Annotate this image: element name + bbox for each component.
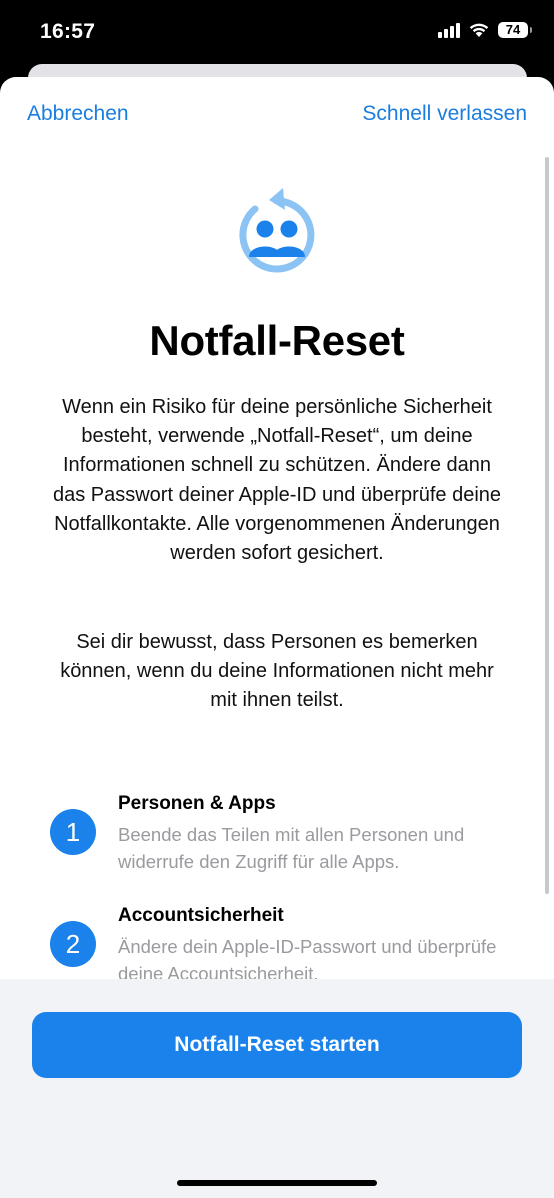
quick-exit-button[interactable]: Schnell verlassen [362, 102, 527, 126]
step-title: Accountsicherheit [118, 905, 284, 926]
status-bar: 16:57 74 [0, 0, 554, 66]
people-reset-icon [239, 188, 315, 273]
step-item: 1 Personen & Apps Beende das Teilen mit … [0, 793, 554, 873]
cellular-signal-icon [438, 22, 460, 38]
status-time: 16:57 [40, 20, 96, 43]
step-item: 2 Accountsicherheit Ändere dein Apple-ID… [0, 905, 554, 985]
bottom-action-area: Notfall-Reset starten [0, 979, 554, 1198]
scrollbar[interactable] [545, 157, 549, 894]
description-text: Wenn ein Risiko für deine persönliche Si… [52, 396, 502, 565]
wifi-icon [469, 23, 489, 37]
cancel-button[interactable]: Abbrechen [27, 102, 129, 126]
home-indicator[interactable] [177, 1180, 377, 1186]
notice-text: Sei dir bewusst, dass Personen es bemerk… [60, 631, 494, 712]
step-description: Beende das Teilen mit allen Personen und… [118, 824, 465, 872]
start-reset-button[interactable]: Notfall-Reset starten [32, 1012, 522, 1078]
step-title: Personen & Apps [118, 793, 276, 814]
battery-icon: 74 [498, 22, 532, 38]
status-icons: 74 [438, 22, 532, 38]
step-number-badge: 1 [50, 809, 96, 855]
page-title: Notfall-Reset [149, 317, 405, 364]
step-number-badge: 2 [50, 921, 96, 967]
